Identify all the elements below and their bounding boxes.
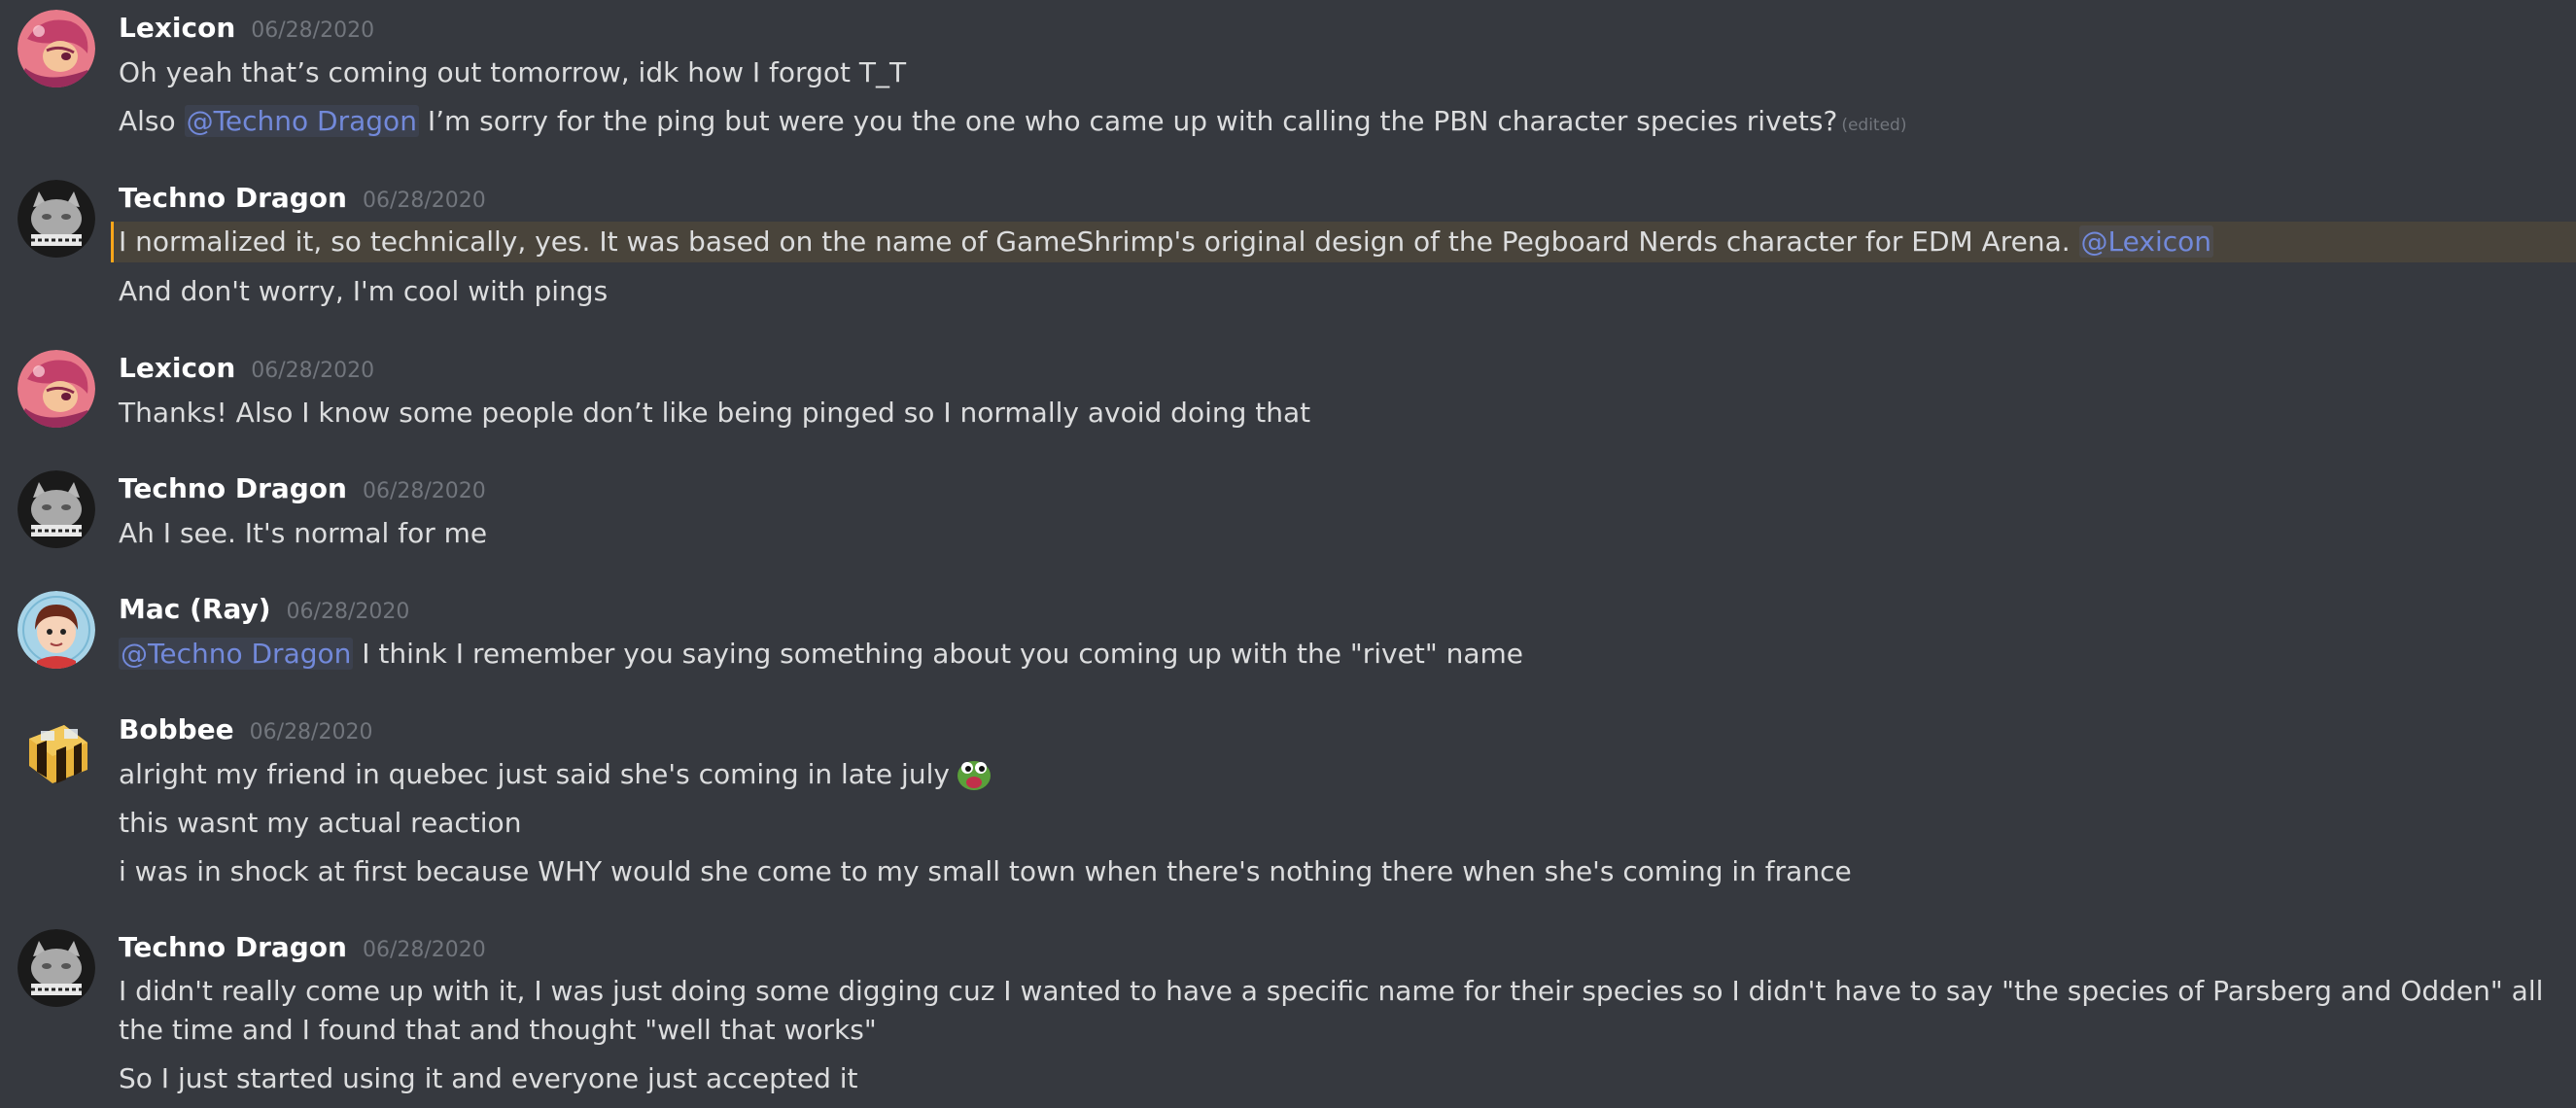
- user-mention[interactable]: @Techno Dragon: [184, 105, 419, 137]
- techno-dragon-avatar-icon: [17, 929, 95, 1007]
- message-text: I didn't really come up with it, I was j…: [119, 975, 2544, 1046]
- message-header: Mac (Ray) 06/28/2020: [119, 593, 409, 632]
- timestamp: 06/28/2020: [251, 359, 375, 383]
- user-mention[interactable]: @Lexicon: [2078, 225, 2214, 258]
- avatar[interactable]: [17, 180, 95, 258]
- lexicon-avatar-icon: [17, 10, 95, 87]
- timestamp: 06/28/2020: [362, 479, 486, 503]
- mac-avatar-icon: [17, 591, 95, 669]
- message-text: I normalized it, so technically, yes. It…: [119, 223, 2214, 261]
- message-text: And don't worry, I'm cool with pings: [119, 275, 609, 307]
- message-text: i was in shock at first because WHY woul…: [119, 855, 1852, 887]
- techno-dragon-avatar-icon: [17, 470, 95, 548]
- username[interactable]: Lexicon: [119, 12, 235, 44]
- message-text: Ah I see. It's normal for me: [119, 517, 488, 549]
- username[interactable]: Mac (Ray): [119, 593, 271, 625]
- message-text-pre: Also: [119, 105, 185, 137]
- message-text: So I just started using it and everyone …: [119, 1062, 858, 1094]
- timestamp: 06/28/2020: [362, 938, 486, 962]
- message-text: Oh yeah that’s coming out tomorrow, idk …: [119, 56, 907, 88]
- message-header: Techno Dragon 06/28/2020: [119, 931, 486, 970]
- message-text: this wasnt my actual reaction: [119, 807, 522, 839]
- message-text-post: I think I remember you saying something …: [353, 638, 1524, 670]
- username[interactable]: Bobbee: [119, 713, 234, 745]
- pepe-emoji-icon[interactable]: [956, 756, 992, 791]
- timestamp: 06/28/2020: [249, 720, 373, 744]
- timestamp: 06/28/2020: [251, 18, 375, 43]
- user-mention[interactable]: @Techno Dragon: [119, 638, 354, 670]
- avatar[interactable]: [17, 591, 95, 669]
- message-text-pre: I normalized it, so technically, yes. It…: [119, 225, 2079, 258]
- techno-dragon-avatar-icon: [17, 180, 95, 258]
- message-text: alright my friend in quebec just said sh…: [119, 755, 992, 794]
- message-text: Thanks! Also I know some people don’t li…: [119, 397, 1311, 429]
- avatar[interactable]: [17, 470, 95, 548]
- chat-message-list: Lexicon 06/28/2020 Oh yeah that’s coming …: [0, 0, 2576, 1108]
- username[interactable]: Techno Dragon: [119, 182, 347, 214]
- message-header: Lexicon 06/28/2020: [119, 352, 374, 391]
- message-header: Techno Dragon 06/28/2020: [119, 472, 486, 511]
- message-text: @Techno Dragon I think I remember you sa…: [119, 635, 1523, 674]
- avatar[interactable]: [17, 350, 95, 428]
- bee-avatar-icon: [17, 711, 95, 789]
- username[interactable]: Techno Dragon: [119, 472, 347, 504]
- lexicon-avatar-icon: [17, 350, 95, 428]
- avatar[interactable]: [17, 10, 95, 87]
- message-header: Lexicon 06/28/2020: [119, 12, 374, 51]
- message-header: Bobbee 06/28/2020: [119, 713, 372, 752]
- avatar[interactable]: [17, 711, 95, 789]
- message-text-post: I’m sorry for the ping but were you the …: [418, 105, 1838, 137]
- avatar[interactable]: [17, 929, 95, 1007]
- username[interactable]: Lexicon: [119, 352, 235, 384]
- username[interactable]: Techno Dragon: [119, 931, 347, 963]
- message-text-pre: alright my friend in quebec just said sh…: [119, 758, 950, 790]
- timestamp: 06/28/2020: [286, 600, 410, 624]
- message-header: Techno Dragon 06/28/2020: [119, 182, 486, 221]
- timestamp: 06/28/2020: [362, 189, 486, 213]
- edited-label: (edited): [1841, 116, 1907, 135]
- message-text: Also @Techno Dragon I’m sorry for the pi…: [119, 102, 1906, 145]
